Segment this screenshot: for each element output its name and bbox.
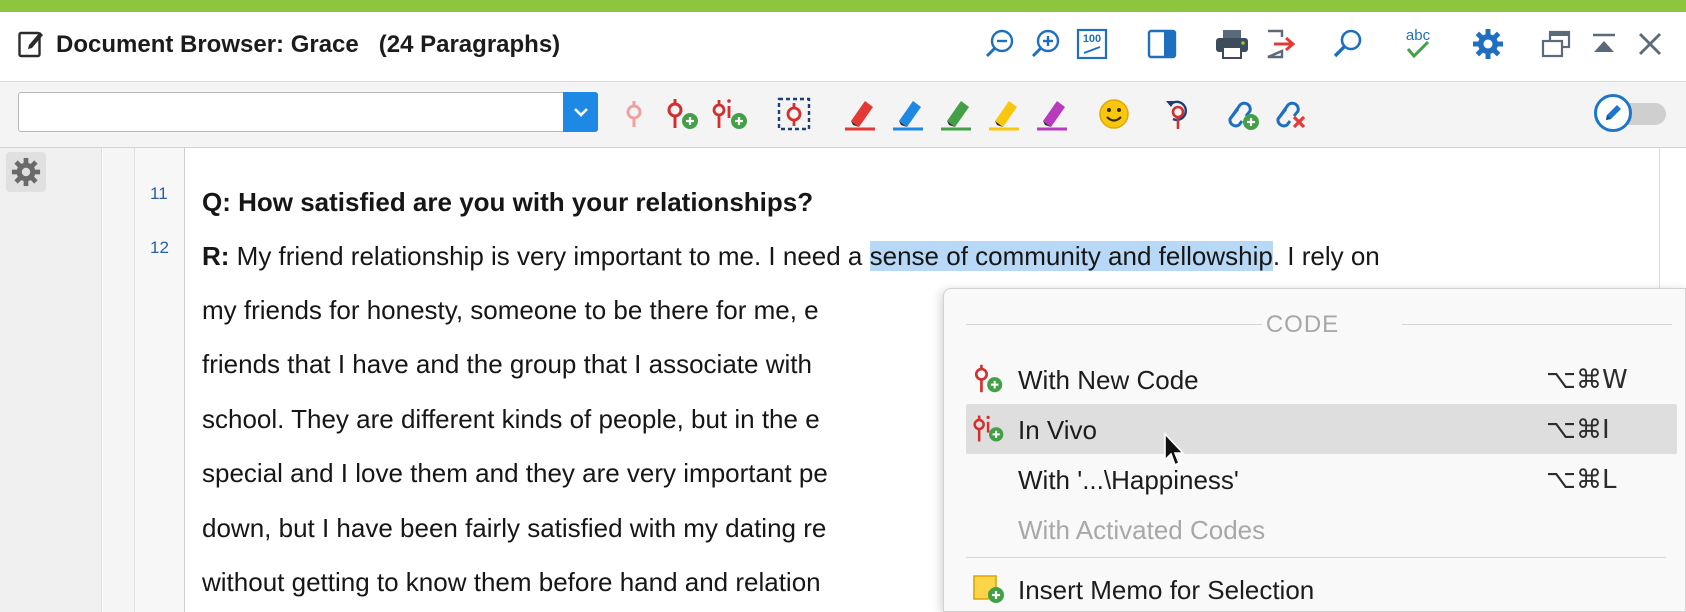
text-line: school. They are different kinds of peop… bbox=[202, 404, 820, 434]
highlight-purple-icon[interactable] bbox=[1032, 94, 1072, 134]
zoom-out-icon[interactable] bbox=[980, 24, 1020, 64]
menu-item-label: Insert Memo for Selection bbox=[1018, 575, 1315, 605]
window-accent-bar bbox=[0, 0, 1686, 12]
selected-text[interactable]: sense of community and fellowship bbox=[869, 241, 1273, 271]
menu-item-shortcut: ⌥⌘W bbox=[1546, 365, 1628, 395]
response-line: R: My friend relationship is very import… bbox=[202, 240, 1380, 272]
menu-item-with-last-code[interactable]: With '...\Happiness' ⌥⌘L bbox=[966, 454, 1677, 504]
code-selector-input[interactable] bbox=[19, 93, 565, 131]
spellcheck-icon[interactable]: abc bbox=[1398, 24, 1438, 64]
mouse-pointer-icon bbox=[1163, 431, 1187, 468]
code-selection-frame-icon[interactable] bbox=[774, 94, 814, 134]
highlight-green-icon[interactable] bbox=[936, 94, 976, 134]
window-title: Document Browser: Grace (24 Paragraphs) bbox=[56, 31, 561, 58]
remove-link-icon[interactable] bbox=[1270, 94, 1310, 134]
undo-code-icon[interactable] bbox=[1158, 94, 1198, 134]
gear-icon[interactable] bbox=[1468, 24, 1508, 64]
dropdown-button[interactable] bbox=[563, 92, 598, 132]
code-with-new-code-icon bbox=[972, 363, 1006, 395]
text-line: without getting to know them before hand… bbox=[202, 567, 821, 597]
menu-section-label: CODE bbox=[1265, 311, 1340, 338]
add-link-icon[interactable] bbox=[1222, 94, 1262, 134]
code-in-vivo-icon bbox=[972, 413, 1006, 445]
highlight-yellow-icon[interactable] bbox=[984, 94, 1024, 134]
menu-item-shortcut: ⌥⌘L bbox=[1546, 465, 1617, 495]
question-text: How satisfied are you with your relation… bbox=[230, 187, 814, 217]
pencil-icon bbox=[1594, 94, 1632, 132]
highlight-red-icon[interactable] bbox=[840, 94, 880, 134]
zoom-100-icon[interactable]: 100 bbox=[1072, 24, 1112, 64]
question-line: Q: How satisfied are you with your relat… bbox=[202, 186, 813, 218]
coding-stripe-column bbox=[103, 148, 135, 612]
memo-add-icon bbox=[972, 573, 1006, 605]
context-menu: CODE With New Code ⌥⌘W In Vivo ⌥⌘I With … bbox=[943, 288, 1686, 612]
code-selector[interactable] bbox=[18, 92, 598, 132]
menu-separator bbox=[966, 557, 1666, 558]
menu-section-header: CODE bbox=[966, 311, 1686, 338]
menu-item-label: With Activated Codes bbox=[1018, 515, 1266, 545]
paragraph-number: 12 bbox=[150, 238, 169, 257]
speaker-label: R: bbox=[202, 241, 230, 271]
close-icon[interactable] bbox=[1630, 24, 1670, 64]
print-icon[interactable] bbox=[1212, 24, 1252, 64]
text-line: friends that I have and the group that I… bbox=[202, 349, 812, 379]
text-line: special and I love them and they are ver… bbox=[202, 458, 828, 488]
title-bar: Document Browser: Grace (24 Paragraphs) … bbox=[0, 12, 1686, 82]
response-text: . I rely on bbox=[1272, 241, 1380, 271]
menu-item-insert-memo[interactable]: Insert Memo for Selection bbox=[966, 564, 1677, 612]
text-line: my friends for honesty, someone to be th… bbox=[202, 295, 819, 325]
speaker-label: Q: bbox=[202, 187, 231, 217]
panel-toggle-icon[interactable] bbox=[1142, 24, 1182, 64]
search-icon[interactable] bbox=[1328, 24, 1368, 64]
export-icon[interactable] bbox=[1260, 24, 1300, 64]
settings-gear-icon[interactable] bbox=[6, 152, 46, 192]
collapse-up-icon[interactable] bbox=[1584, 24, 1624, 64]
response-text: My friend relationship is very important… bbox=[229, 241, 870, 271]
code-in-vivo-icon[interactable] bbox=[710, 94, 750, 134]
menu-item-with-new-code[interactable]: With New Code ⌥⌘W bbox=[966, 354, 1677, 404]
settings-column bbox=[0, 148, 102, 612]
chevron-down-icon bbox=[573, 108, 588, 117]
menu-item-with-activated-codes: With Activated Codes bbox=[966, 504, 1677, 554]
paragraph-number-column bbox=[135, 148, 185, 612]
zoom-in-icon[interactable] bbox=[1026, 24, 1066, 64]
emoticode-smiley-icon[interactable] bbox=[1094, 94, 1134, 134]
code-icon[interactable] bbox=[614, 94, 654, 134]
svg-text:100: 100 bbox=[1083, 33, 1101, 45]
highlight-blue-icon[interactable] bbox=[888, 94, 928, 134]
paragraph-number: 11 bbox=[150, 184, 168, 203]
document-edit-icon bbox=[18, 28, 44, 58]
text-line: down, but I have been fairly satisfied w… bbox=[202, 513, 827, 543]
coding-toolbar bbox=[0, 82, 1686, 148]
menu-item-label: With '...\Happiness' bbox=[1018, 465, 1239, 495]
code-with-new-code-icon[interactable] bbox=[662, 94, 702, 134]
edit-mode-toggle[interactable] bbox=[1594, 94, 1668, 132]
menu-item-label: In Vivo bbox=[1018, 415, 1098, 445]
menu-item-in-vivo[interactable]: In Vivo ⌥⌘I bbox=[966, 404, 1677, 454]
menu-item-shortcut: ⌥⌘I bbox=[1546, 415, 1610, 445]
menu-item-label: With New Code bbox=[1018, 365, 1199, 395]
undock-window-icon[interactable] bbox=[1536, 24, 1576, 64]
